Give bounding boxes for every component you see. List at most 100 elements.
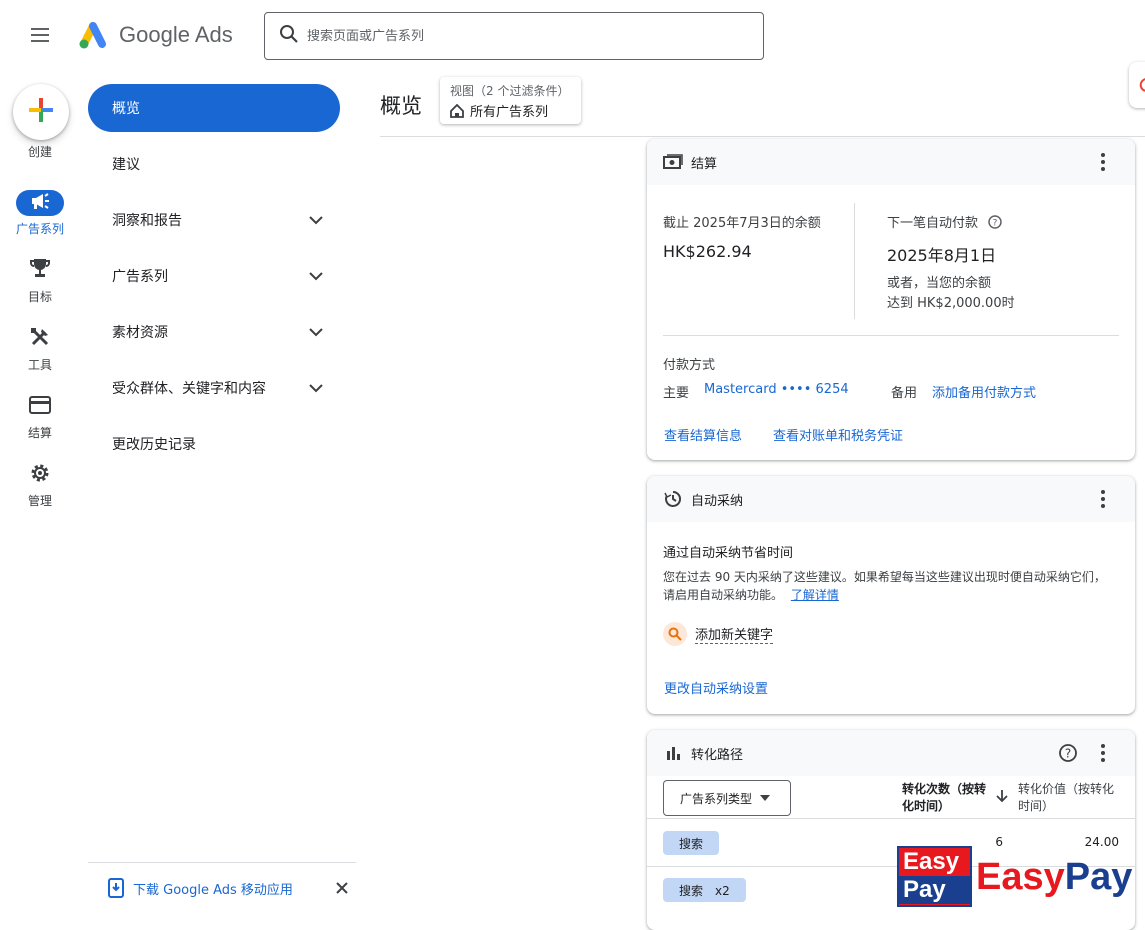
nav-item-overview[interactable]: 概览 <box>88 84 340 132</box>
search-bar[interactable] <box>264 12 764 60</box>
balance-label: 截止 2025年7月3日的余额 <box>663 216 821 231</box>
help-icon[interactable]: ? <box>1058 743 1078 763</box>
nav-item-label: 素材资源 <box>112 325 168 341</box>
header-divider <box>380 136 1145 137</box>
gear-icon <box>29 462 51 488</box>
table-row: 搜索 x2 <box>663 878 746 902</box>
balance-value: HK$262.94 <box>663 242 752 261</box>
sort-arrow-down-icon[interactable] <box>996 789 1008 803</box>
auto-apply-settings-link[interactable]: 更改自动采纳设置 <box>664 678 768 697</box>
app-name: Google Ads <box>119 22 233 47</box>
download-app-link[interactable]: 下载 Google Ads 移动应用 <box>133 879 293 898</box>
nav-item-label: 受众群体、关键字和内容 <box>112 381 266 397</box>
nav-item-label: 建议 <box>112 157 140 173</box>
next-payment-date: 2025年8月1日 <box>887 246 997 265</box>
col-header-value[interactable]: 转化价值（按转化 时间） <box>1018 781 1114 815</box>
logo-text-top: Easy <box>903 848 960 875</box>
row-value: 24.00 <box>1084 835 1119 849</box>
clock-auto-icon <box>663 489 683 509</box>
view-filter-chip[interactable]: 视图（2 个过滤条件） 所有广告系列 <box>440 77 581 124</box>
logo-text-bottom: Pay <box>899 876 970 904</box>
conversion-path-card: 转化路径 ? 广告系列类型 转化次数（按转 化时间） 转化价值（按转化 时间） … <box>647 730 1135 930</box>
col-header-line: 转化次数（按转 <box>902 782 987 796</box>
wordmark-pay: Pay <box>1064 856 1133 898</box>
trophy-icon <box>29 257 51 283</box>
view-statements-link[interactable]: 查看对账单和税务凭证 <box>773 425 903 444</box>
col-header-line: 时间） <box>1018 799 1055 813</box>
phone-download-icon <box>108 878 124 898</box>
nav-item-label: 广告系列 <box>112 269 168 285</box>
help-icon[interactable]: ? <box>988 214 1002 229</box>
horizontal-divider <box>663 335 1119 336</box>
payment-method-label: 付款方式 <box>663 358 716 373</box>
credit-card-icon <box>29 396 51 418</box>
create-label: 创建 <box>27 145 52 159</box>
download-app-banner: 下载 Google Ads 移动应用 <box>108 876 348 900</box>
nav-item-campaigns[interactable]: 广告系列 <box>88 252 328 300</box>
card-header: 自动采纳 <box>647 476 1135 522</box>
cash-icon <box>663 152 683 172</box>
side-panel-toggle[interactable] <box>1129 62 1145 108</box>
nav-item-insights-reports[interactable]: 洞察和报告 <box>88 196 328 244</box>
rail-item-tools[interactable] <box>24 327 56 351</box>
campaign-type-dropdown[interactable]: 广告系列类型 <box>663 780 791 816</box>
view-filter-count: 视图（2 个过滤条件） <box>450 84 570 98</box>
primary-label: 主要 <box>663 386 690 401</box>
nav-item-label: 更改历史记录 <box>112 437 196 453</box>
table-row: 搜索 <box>663 831 720 855</box>
chevron-down-icon <box>304 208 328 232</box>
google-ads-logo-icon <box>76 20 110 50</box>
nav-divider <box>88 862 356 863</box>
next-payment-label: 下一笔自动付款 <box>887 216 979 231</box>
path-chip: 搜索 <box>663 831 720 855</box>
more-options-icon[interactable] <box>1093 152 1113 172</box>
auto-apply-desc-1: 您在过去 90 天内采纳了这些建议。如果希望每当这些建议出现时便自动采纳它们， <box>663 570 1106 584</box>
close-icon[interactable] <box>336 882 348 894</box>
view-billing-info-link[interactable]: 查看结算信息 <box>664 425 742 444</box>
col-header-conversions[interactable]: 转化次数（按转 化时间） <box>902 781 986 815</box>
wordmark-easy: Easy <box>976 856 1065 898</box>
vertical-divider <box>854 203 855 319</box>
rail-label-tools: 工具 <box>27 358 52 372</box>
card-title: 结算 <box>691 156 718 172</box>
create-button[interactable] <box>13 84 69 140</box>
rail-item-admin[interactable] <box>24 463 56 487</box>
svg-text:?: ? <box>993 218 998 228</box>
learn-more-link[interactable]: 了解详情 <box>791 588 839 602</box>
nav-item-label: 洞察和报告 <box>112 213 182 229</box>
rail-label-billing: 结算 <box>27 426 52 440</box>
plus-icon <box>28 97 54 127</box>
billing-card: 结算 截止 2025年7月3日的余额 HK$262.94 下一笔自动付款 ? 2… <box>647 139 1135 460</box>
search-input[interactable] <box>307 28 727 44</box>
search-suggestion-icon <box>663 622 687 646</box>
main-menu-button[interactable] <box>26 24 54 48</box>
col-header-line: 化时间） <box>902 799 951 813</box>
table-divider <box>647 818 1135 819</box>
rail-item-goals[interactable] <box>24 258 56 282</box>
more-options-icon[interactable] <box>1093 743 1113 763</box>
nav-item-recommendations[interactable]: 建议 <box>88 140 328 188</box>
rail-label-goals: 目标 <box>27 290 52 304</box>
primary-payment-method[interactable]: Mastercard •••• 6254 <box>704 382 849 397</box>
easypay-logo: Easy Pay <box>897 846 972 907</box>
add-backup-payment-link[interactable]: 添加备用付款方式 <box>932 382 1036 401</box>
card-header: 转化路径 ? <box>647 730 1135 776</box>
card-title: 自动采纳 <box>691 493 744 509</box>
more-options-icon[interactable] <box>1093 489 1113 509</box>
col-header-line: 转化价值（按转化 <box>1018 782 1115 796</box>
card-header: 结算 <box>647 139 1135 185</box>
search-icon <box>279 24 299 48</box>
rail-item-billing[interactable] <box>24 395 56 419</box>
chevron-down-icon <box>304 320 328 344</box>
nav-item-audiences-keywords-content[interactable]: 受众群体、关键字和内容 <box>88 364 328 412</box>
page-title: 概览 <box>380 94 422 118</box>
rail-item-campaigns[interactable] <box>16 190 64 216</box>
nav-item-assets[interactable]: 素材资源 <box>88 308 328 356</box>
auto-apply-card: 自动采纳 通过自动采纳节省时间 您在过去 90 天内采纳了这些建议。如果希望每当… <box>647 476 1135 714</box>
add-keywords-suggestion[interactable]: 添加新关键字 <box>695 624 774 644</box>
auto-apply-heading: 通过自动采纳节省时间 <box>663 546 794 561</box>
view-filter-value: 所有广告系列 <box>470 105 549 120</box>
nav-item-change-history[interactable]: 更改历史记录 <box>88 420 328 468</box>
easypay-wordmark: EasyPay <box>976 856 1132 899</box>
bar-chart-icon <box>663 743 683 763</box>
